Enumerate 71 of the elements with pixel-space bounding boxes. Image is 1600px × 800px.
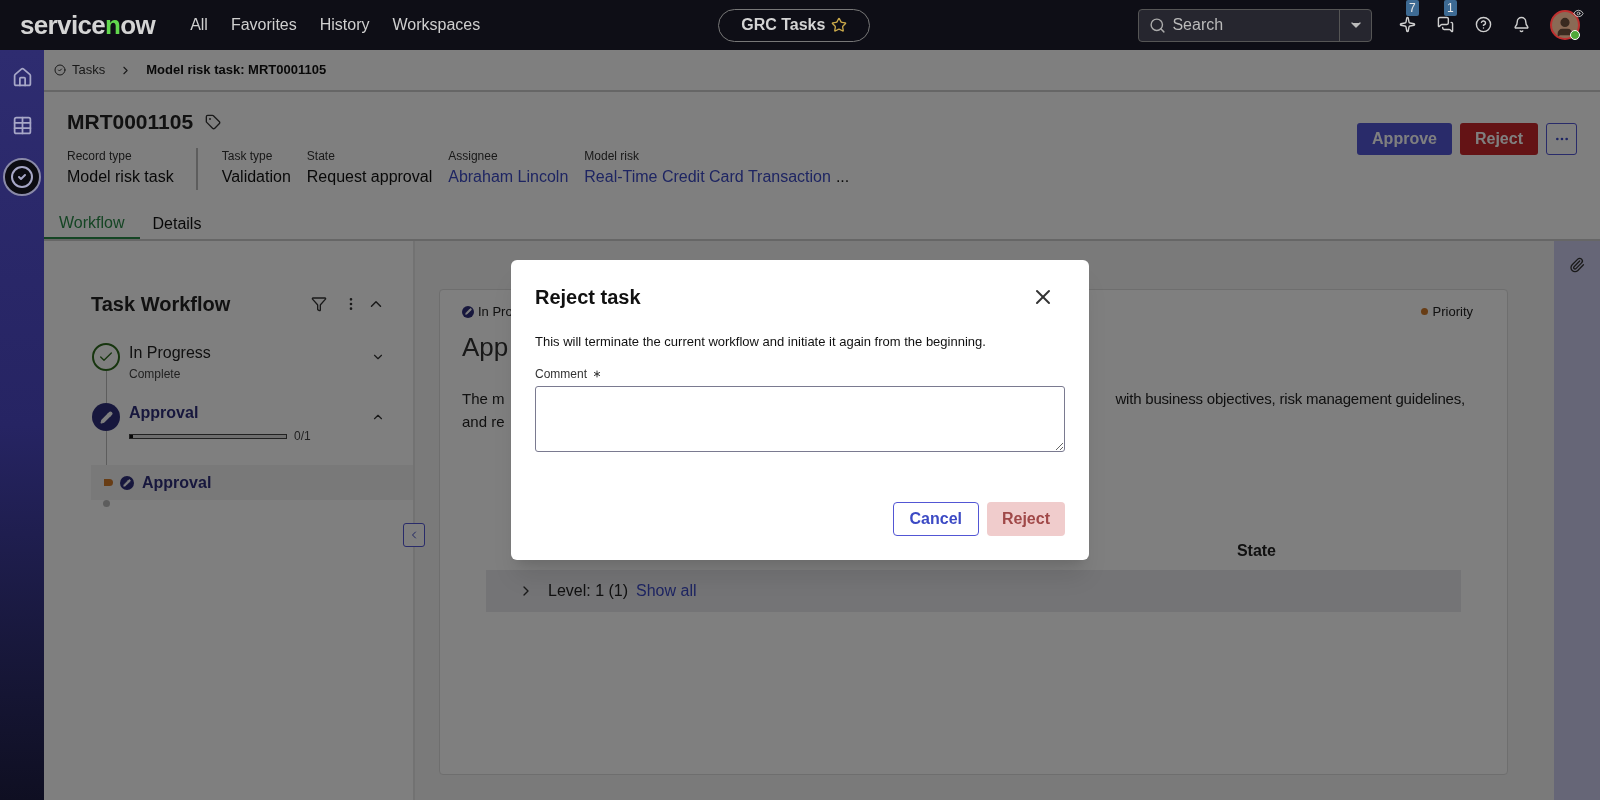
stage-name[interactable]: In Progress — [129, 343, 371, 363]
online-status-icon — [1570, 30, 1580, 40]
rail-item-active[interactable] — [3, 158, 41, 196]
nav-menu-item[interactable]: History — [319, 13, 370, 37]
column-header: State — [1236, 540, 1276, 561]
notification-badge: 1 — [1444, 0, 1457, 16]
tag-icon[interactable] — [205, 114, 222, 130]
bell-icon[interactable] — [1513, 16, 1531, 33]
breadcrumb-link[interactable]: Tasks — [72, 60, 106, 80]
field-label: Task type — [221, 148, 274, 164]
priority-text: Priority — [1432, 303, 1473, 321]
task-icon — [54, 64, 66, 76]
level-label: Level: 1 (1) — [548, 580, 629, 601]
active-status-icon — [92, 403, 120, 431]
breadcrumb-current: Model risk task: MRT0001105 — [146, 61, 327, 80]
show-all-link[interactable]: Show all — [636, 578, 697, 603]
search-field[interactable]: Search — [1172, 13, 1333, 37]
field-link[interactable]: Real-Time Credit Card Transaction — [584, 168, 831, 185]
action-button[interactable]: Reject — [1459, 123, 1538, 155]
dialog-button[interactable]: Cancel — [892, 502, 979, 537]
check-circle-icon — [10, 165, 34, 189]
record-number: MRT0001105 — [67, 109, 194, 136]
action-button[interactable]: Approve — [1357, 123, 1452, 155]
notification-badge: 7 — [1406, 0, 1419, 16]
search-bar[interactable]: Search — [1138, 8, 1373, 42]
field-label: Comment — [535, 366, 587, 384]
help-icon[interactable] — [1475, 16, 1493, 33]
more-button[interactable] — [1546, 123, 1577, 155]
nav-menu-item[interactable]: Workspaces — [392, 13, 481, 37]
field-link[interactable]: Abraham Lincoln — [448, 168, 569, 185]
nav-menu-item[interactable]: Favorites — [230, 13, 297, 37]
field-label: State — [306, 148, 336, 164]
task-name[interactable]: Approval — [142, 470, 212, 495]
field-value: Request approval — [306, 168, 433, 185]
search-icon — [1149, 16, 1167, 34]
level-row[interactable]: Level: 1 (1) Show all — [486, 569, 1461, 612]
table-icon — [11, 114, 33, 136]
field-value: Validation — [221, 168, 291, 185]
eye-icon — [1573, 8, 1584, 19]
complete-status-icon — [92, 343, 120, 371]
description-text: with business objectives, risk management guidelines, — [1115, 388, 1465, 409]
stage-status: Complete — [129, 366, 182, 383]
sparkle-icon[interactable] — [1399, 16, 1417, 33]
chat-icon[interactable] — [1437, 16, 1455, 33]
stage-name[interactable]: Approval — [129, 403, 371, 423]
home-icon — [11, 66, 33, 88]
workflow-task-row[interactable]: Approval — [91, 465, 413, 500]
tab[interactable]: Details — [139, 208, 215, 239]
field-label: Record type — [67, 148, 133, 164]
comment-field[interactable] — [535, 386, 1065, 453]
description-text: The m — [462, 388, 505, 409]
star-icon — [831, 17, 848, 33]
logo[interactable]: servicenow — [20, 12, 156, 38]
field-value: Model risk task — [67, 168, 174, 185]
more-text: ... — [835, 168, 850, 185]
dialog-title: Reject task — [535, 284, 641, 310]
pencil-badge-icon — [120, 475, 134, 490]
status-badge-icon — [462, 305, 474, 318]
nav-menu-item[interactable]: All — [190, 13, 208, 37]
collapse-panel-button[interactable] — [403, 523, 425, 547]
filter-icon[interactable] — [311, 296, 327, 312]
field-label: Assignee — [448, 148, 499, 164]
dialog-message: This will terminate the current workflow and initiate it again from the beginning. — [535, 332, 987, 351]
progress-count: 0/1 — [294, 428, 311, 445]
description-text: and re — [462, 411, 505, 432]
panel-title: Task Workflow — [91, 292, 232, 317]
paperclip-icon[interactable] — [1569, 257, 1585, 273]
tag-marker-icon — [104, 479, 113, 486]
card-title: App — [462, 330, 509, 364]
field-label: Model risk — [584, 148, 640, 164]
tab[interactable]: Workflow — [44, 208, 140, 239]
